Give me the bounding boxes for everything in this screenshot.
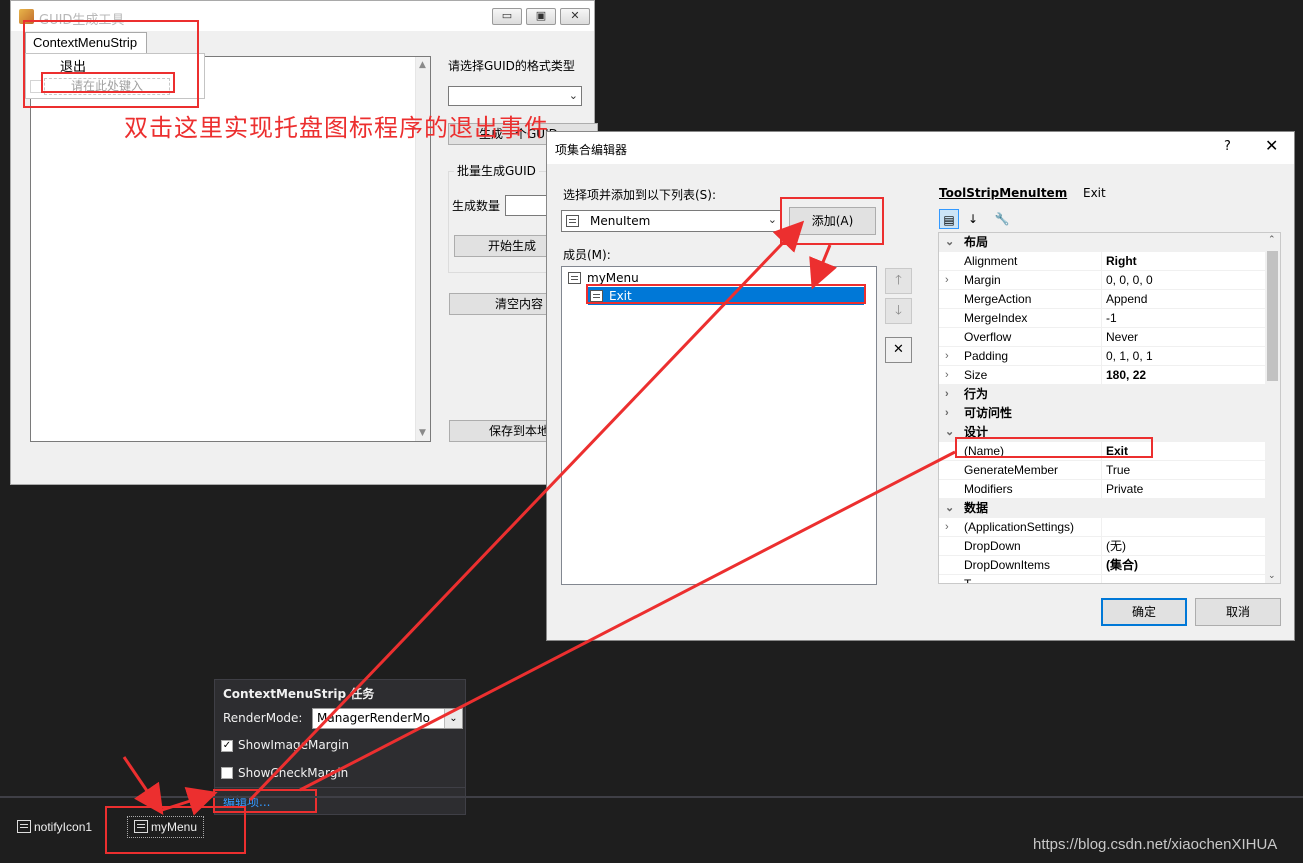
arrow-to-exit-member	[809, 244, 837, 290]
arrow-to-mymenu	[122, 756, 164, 815]
arrow-to-name-property	[299, 450, 956, 792]
arrow-to-edit-items	[161, 787, 218, 816]
arrow-to-add-button	[248, 220, 805, 802]
annotation-arrows	[122, 220, 956, 816]
